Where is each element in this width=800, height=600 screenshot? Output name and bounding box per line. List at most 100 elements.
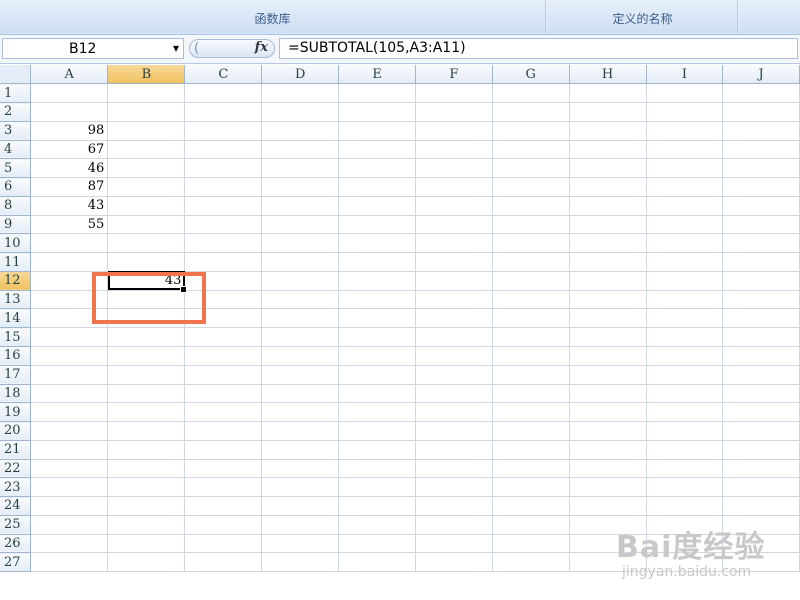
cell-d5[interactable] xyxy=(261,158,340,179)
cell-d23[interactable] xyxy=(261,477,340,498)
row-header[interactable]: 19 xyxy=(0,402,32,423)
cell-g20[interactable] xyxy=(492,421,570,441)
cell-f25[interactable] xyxy=(415,515,493,535)
cell-e25[interactable] xyxy=(338,515,416,535)
cell-c1[interactable] xyxy=(184,83,263,104)
cell-f24[interactable] xyxy=(415,496,493,516)
cell-f4[interactable] xyxy=(415,140,493,160)
cell-e2[interactable] xyxy=(338,102,416,122)
cell-i22[interactable] xyxy=(646,459,724,479)
cell-f5[interactable] xyxy=(415,158,493,179)
cell-a5[interactable]: 46 xyxy=(30,158,109,179)
row-header[interactable]: 11 xyxy=(0,252,32,272)
cell-f20[interactable] xyxy=(415,421,493,441)
cell-c26[interactable] xyxy=(184,534,263,554)
cell-i5[interactable] xyxy=(646,158,724,179)
cell-b1[interactable] xyxy=(107,83,186,104)
cell-f6[interactable] xyxy=(415,177,493,197)
row-header[interactable]: 13 xyxy=(0,290,32,310)
cell-c9[interactable] xyxy=(184,215,263,235)
cell-g11[interactable] xyxy=(492,252,570,272)
cell-a22[interactable] xyxy=(30,459,109,479)
cell-c21[interactable] xyxy=(184,440,263,460)
cell-d17[interactable] xyxy=(261,365,340,385)
cell-i9[interactable] xyxy=(646,215,724,235)
cell-a8[interactable]: 43 xyxy=(30,196,109,216)
cell-c4[interactable] xyxy=(184,140,263,160)
cell-e23[interactable] xyxy=(338,477,416,498)
cell-d8[interactable] xyxy=(261,196,340,216)
row-header[interactable]: 8 xyxy=(0,196,32,216)
row-header[interactable]: 2 xyxy=(0,102,32,122)
cell-d20[interactable] xyxy=(261,421,340,441)
cell-j5[interactable] xyxy=(722,158,800,179)
cell-c11[interactable] xyxy=(184,252,263,272)
row-header[interactable]: 26 xyxy=(0,534,32,554)
cell-i1[interactable] xyxy=(646,83,724,104)
cell-h6[interactable] xyxy=(569,177,647,197)
cell-b9[interactable] xyxy=(107,215,186,235)
cell-g8[interactable] xyxy=(492,196,570,216)
cell-a21[interactable] xyxy=(30,440,109,460)
cell-j6[interactable] xyxy=(722,177,800,197)
ribbon-group-defined-names[interactable]: 定义的名称 xyxy=(548,0,738,33)
cell-d1[interactable] xyxy=(261,83,340,104)
cell-i14[interactable] xyxy=(646,308,724,329)
cell-g25[interactable] xyxy=(492,515,570,535)
cell-j22[interactable] xyxy=(722,459,800,479)
cell-e20[interactable] xyxy=(338,421,416,441)
cell-d4[interactable] xyxy=(261,140,340,160)
column-header-h[interactable]: H xyxy=(569,65,647,85)
cell-b27[interactable] xyxy=(107,552,186,573)
cell-d6[interactable] xyxy=(261,177,340,197)
cell-a15[interactable] xyxy=(30,327,109,347)
cell-e4[interactable] xyxy=(338,140,416,160)
cell-j18[interactable] xyxy=(722,384,800,404)
cell-h14[interactable] xyxy=(569,308,647,329)
cell-f14[interactable] xyxy=(415,308,493,329)
cell-b20[interactable] xyxy=(107,421,186,441)
grip-icon[interactable]: ( xyxy=(194,41,199,56)
cell-g5[interactable] xyxy=(492,158,570,179)
cell-f15[interactable] xyxy=(415,327,493,347)
cell-c17[interactable] xyxy=(184,365,263,385)
cell-g26[interactable] xyxy=(492,534,570,554)
cell-b26[interactable] xyxy=(107,534,186,554)
cell-a9[interactable]: 55 xyxy=(30,215,109,235)
cell-e13[interactable] xyxy=(338,290,416,310)
cell-f9[interactable] xyxy=(415,215,493,235)
cell-f27[interactable] xyxy=(415,552,493,573)
cell-h20[interactable] xyxy=(569,421,647,441)
cell-e5[interactable] xyxy=(338,158,416,179)
row-header[interactable]: 5 xyxy=(0,158,32,179)
cell-d18[interactable] xyxy=(261,384,340,404)
cell-a4[interactable]: 67 xyxy=(30,140,109,160)
cell-j4[interactable] xyxy=(722,140,800,160)
cell-e17[interactable] xyxy=(338,365,416,385)
cell-a26[interactable] xyxy=(30,534,109,554)
cell-c5[interactable] xyxy=(184,158,263,179)
cell-d24[interactable] xyxy=(261,496,340,516)
cell-f21[interactable] xyxy=(415,440,493,460)
cell-i2[interactable] xyxy=(646,102,724,122)
cell-j19[interactable] xyxy=(722,402,800,423)
column-header-d[interactable]: D xyxy=(261,65,340,85)
row-header[interactable]: 10 xyxy=(0,233,32,254)
cell-h11[interactable] xyxy=(569,252,647,272)
cell-c24[interactable] xyxy=(184,496,263,516)
column-header-b[interactable]: B xyxy=(107,65,186,85)
cell-h16[interactable] xyxy=(569,346,647,366)
cell-f1[interactable] xyxy=(415,83,493,104)
cell-a16[interactable] xyxy=(30,346,109,366)
cell-d22[interactable] xyxy=(261,459,340,479)
row-header[interactable]: 12 xyxy=(0,271,32,291)
cell-h18[interactable] xyxy=(569,384,647,404)
cell-c19[interactable] xyxy=(184,402,263,423)
cell-a2[interactable] xyxy=(30,102,109,122)
cell-j8[interactable] xyxy=(722,196,800,216)
cell-c15[interactable] xyxy=(184,327,263,347)
cell-i12[interactable] xyxy=(646,271,724,291)
cell-f13[interactable] xyxy=(415,290,493,310)
name-box[interactable]: B12 ▾ xyxy=(2,38,184,59)
cell-d3[interactable] xyxy=(261,121,340,141)
